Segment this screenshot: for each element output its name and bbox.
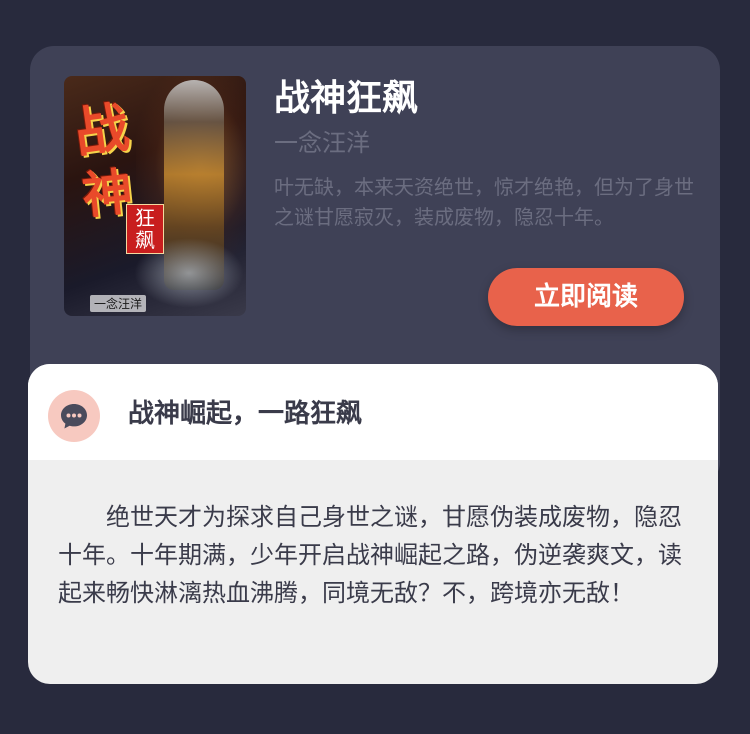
- comment-title: 战神崛起，一路狂飙: [128, 399, 363, 429]
- cover-author-tag: 一念汪洋: [90, 295, 147, 312]
- comment-header: 战神崛起，一路狂飙: [28, 364, 718, 460]
- cover-title-sub: 狂飙: [126, 204, 164, 254]
- book-author: 一念汪洋: [274, 129, 370, 157]
- chat-bubble-icon: [48, 390, 100, 442]
- book-cover-image[interactable]: 战 神 狂飙 一念汪洋: [64, 76, 246, 316]
- book-synopsis: 叶无缺，本来天资绝世，惊才绝艳，但为了身世之谜甘愿寂灭，装成废物，隐忍十年。: [274, 175, 694, 229]
- comment-card: 战神崛起，一路狂飙 绝世天才为探求自己身世之谜，甘愿伪装成废物，隐忍十年。十年期…: [28, 364, 718, 684]
- book-title: 战神狂飙: [274, 78, 419, 119]
- comment-body: 绝世天才为探求自己身世之谜，甘愿伪装成废物，隐忍十年。十年期满，少年开启战神崛起…: [58, 503, 682, 607]
- read-now-button[interactable]: 立即阅读: [488, 268, 684, 326]
